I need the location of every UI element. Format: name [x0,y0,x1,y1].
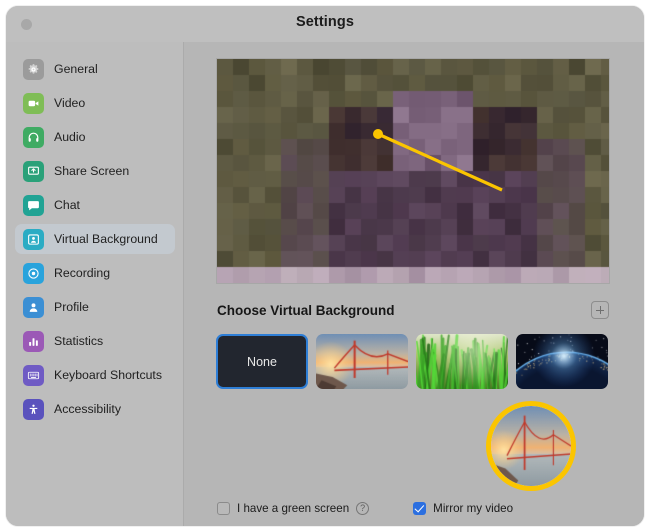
sidebar-item-label: Accessibility [54,402,121,416]
bar-chart-icon [23,331,44,352]
checkbox-mirror-my-video[interactable] [413,502,426,515]
thumbnail-image [516,334,608,389]
page-title: Settings [6,14,644,30]
keyboard-icon [23,365,44,386]
option-group: I have a green screen? [217,502,369,515]
section-title: Choose Virtual Background [217,300,609,322]
option-group: Mirror my video [413,502,513,515]
sidebar-item-label: Share Screen [54,164,129,178]
sidebar-item-video[interactable]: Video [15,88,175,118]
sidebar-item-general[interactable]: General [15,54,175,84]
sidebar: General Video Audio Share Screen Chat Virtual… [6,42,184,526]
background-thumbnail-list: None [216,334,616,392]
video-preview [217,59,609,283]
sidebar-item-label: Profile [54,300,89,314]
gear-icon [23,59,44,80]
person-icon [23,297,44,318]
thumbnail-image [416,334,508,389]
sidebar-item-label: Video [54,96,85,110]
magnified-callout [486,401,576,491]
sidebar-item-label: Statistics [54,334,103,348]
checkbox-label: I have a green screen [237,502,349,515]
sidebar-item-accessibility[interactable]: Accessibility [15,394,175,424]
checkbox-label: Mirror my video [433,502,513,515]
sidebar-item-label: General [54,62,98,76]
background-thumbnail-space[interactable] [516,334,608,389]
video-options-row: I have a green screen? Mirror my video [217,497,617,519]
sidebar-item-label: Recording [54,266,110,280]
sidebar-item-label: Virtual Background [54,232,158,246]
settings-window: Settings General Video Audio Share Screen Ch… [6,6,644,526]
virtual-background-icon [23,229,44,250]
sidebar-item-label: Chat [54,198,80,212]
background-thumbnail-bridge[interactable] [316,334,408,389]
background-thumbnail-grass[interactable] [416,334,508,389]
accessibility-icon [23,399,44,420]
plus-icon[interactable] [591,301,609,319]
sidebar-item-audio[interactable]: Audio [15,122,175,152]
sidebar-item-statistics[interactable]: Statistics [15,326,175,356]
background-thumbnail-none[interactable]: None [216,334,308,389]
sidebar-item-profile[interactable]: Profile [15,292,175,322]
sidebar-item-share-screen[interactable]: Share Screen [15,156,175,186]
content-pane: Choose Virtual Background None I have a … [184,42,644,526]
chat-bubble-icon [23,195,44,216]
video-camera-icon [23,93,44,114]
sidebar-item-recording[interactable]: Recording [15,258,175,288]
sidebar-item-keyboard-shortcuts[interactable]: Keyboard Shortcuts [15,360,175,390]
checkbox-i-have-a-green-screen[interactable] [217,502,230,515]
headphones-icon [23,127,44,148]
record-icon [23,263,44,284]
help-icon[interactable]: ? [356,502,369,515]
sidebar-item-chat[interactable]: Chat [15,190,175,220]
section-header: Choose Virtual Background [217,300,609,324]
title-bar: Settings [6,6,644,43]
share-screen-icon [23,161,44,182]
sidebar-item-label: Keyboard Shortcuts [54,368,162,382]
sidebar-item-virtual-background[interactable]: Virtual Background [15,224,175,254]
thumbnail-label: None [247,355,277,369]
thumbnail-image [316,334,408,389]
sidebar-item-label: Audio [54,130,85,144]
